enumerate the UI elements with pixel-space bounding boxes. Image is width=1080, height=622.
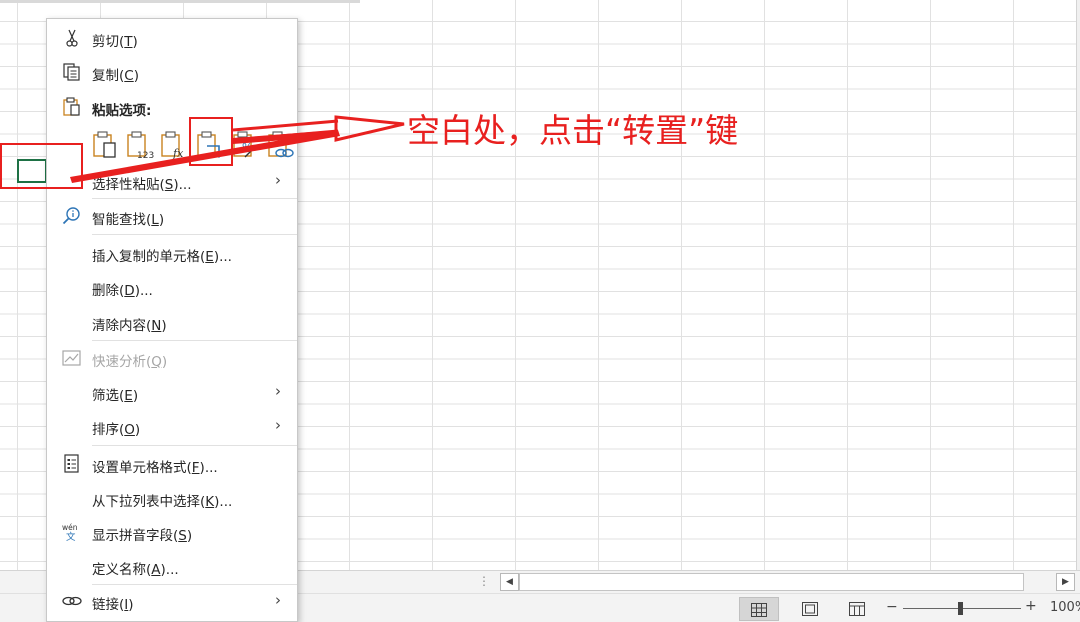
annotation-text: 空白处，点击“转置”键 (407, 111, 739, 150)
annotation-arrow (70, 115, 405, 183)
excel-window: ⋮ ◀ ▶ − + 100 剪切(T) 复制(C) 粘贴选项: 123 fx 选… (0, 0, 1080, 622)
